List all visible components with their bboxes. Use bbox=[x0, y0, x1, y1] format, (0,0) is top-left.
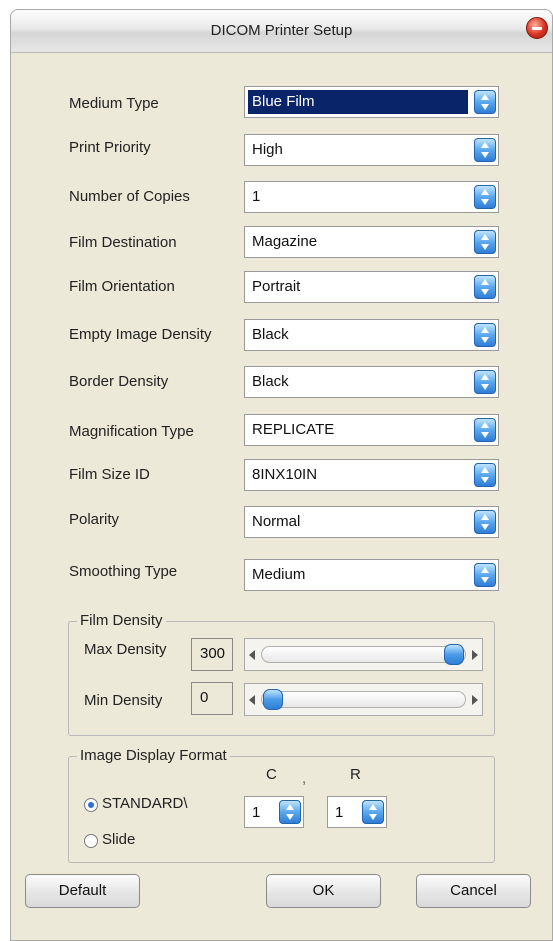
film-orientation-label: Film Orientation bbox=[69, 278, 175, 295]
spin-updown-icon[interactable] bbox=[474, 463, 496, 487]
empty-image-density-label: Empty Image Density bbox=[69, 326, 212, 343]
film-size-id-value: 8INX10IN bbox=[252, 466, 318, 483]
rows-value: 1 bbox=[335, 804, 344, 821]
magnification-type-value: REPLICATE bbox=[252, 421, 335, 438]
spin-updown-icon[interactable] bbox=[362, 800, 384, 824]
film-orientation-value: Portrait bbox=[252, 278, 301, 295]
number-of-copies-label: Number of Copies bbox=[69, 188, 190, 205]
film-size-id-label: Film Size ID bbox=[69, 466, 150, 483]
columns-rows-separator: , bbox=[302, 770, 307, 787]
window-title: DICOM Printer Setup bbox=[210, 22, 353, 39]
arrow-left-icon[interactable] bbox=[249, 650, 255, 660]
smoothing-type-value: Medium bbox=[252, 566, 306, 583]
max-density-value: 300 bbox=[200, 645, 226, 662]
arrow-right-icon[interactable] bbox=[472, 650, 478, 660]
rows-stepper[interactable]: 1 bbox=[327, 796, 387, 828]
spin-updown-icon[interactable] bbox=[474, 185, 496, 209]
border-density-value: Black bbox=[252, 373, 289, 390]
spin-updown-icon[interactable] bbox=[474, 323, 496, 347]
columns-header: C bbox=[266, 766, 277, 783]
smoothing-type-select[interactable]: Medium bbox=[244, 559, 499, 591]
polarity-select[interactable]: Normal bbox=[244, 506, 499, 538]
spin-updown-icon[interactable] bbox=[474, 138, 496, 162]
number-of-copies-value: 1 bbox=[252, 188, 261, 205]
magnification-type-select[interactable]: REPLICATE bbox=[244, 414, 499, 446]
spin-updown-icon[interactable] bbox=[474, 510, 496, 534]
film-orientation-select[interactable]: Portrait bbox=[244, 271, 499, 303]
arrow-left-icon[interactable] bbox=[249, 695, 255, 705]
polarity-label: Polarity bbox=[69, 511, 120, 528]
min-density-slider[interactable] bbox=[244, 683, 483, 716]
slider-thumb[interactable] bbox=[444, 644, 464, 665]
slider-thumb[interactable] bbox=[263, 689, 283, 710]
film-density-legend: Film Density bbox=[77, 612, 166, 629]
max-density-label: Max Density bbox=[84, 641, 167, 658]
spin-updown-icon[interactable] bbox=[279, 800, 301, 824]
columns-value: 1 bbox=[252, 804, 261, 821]
min-density-label: Min Density bbox=[84, 692, 163, 709]
print-priority-label: Print Priority bbox=[69, 139, 151, 156]
title-bar[interactable]: DICOM Printer Setup bbox=[11, 10, 552, 53]
magnification-type-label: Magnification Type bbox=[69, 423, 194, 440]
film-destination-select[interactable]: Magazine bbox=[244, 226, 499, 258]
spin-updown-icon[interactable] bbox=[474, 90, 496, 114]
polarity-value: Normal bbox=[252, 513, 301, 530]
medium-type-select[interactable]: Blue Film bbox=[244, 86, 499, 118]
print-priority-select[interactable]: High bbox=[244, 134, 499, 166]
spin-updown-icon[interactable] bbox=[474, 418, 496, 442]
radio-slide-label[interactable]: Slide bbox=[102, 831, 135, 848]
medium-type-value: Blue Film bbox=[248, 90, 468, 114]
cancel-button[interactable]: Cancel bbox=[416, 874, 531, 908]
slider-groove[interactable] bbox=[261, 691, 466, 708]
arrow-right-icon[interactable] bbox=[472, 695, 478, 705]
radio-slide[interactable] bbox=[84, 834, 98, 848]
columns-stepper[interactable]: 1 bbox=[244, 796, 304, 828]
ok-button[interactable]: OK bbox=[266, 874, 381, 908]
spin-updown-icon[interactable] bbox=[474, 275, 496, 299]
max-density-value-box: 300 bbox=[191, 638, 233, 671]
film-destination-value: Magazine bbox=[252, 233, 318, 250]
default-button[interactable]: Default bbox=[25, 874, 140, 908]
print-priority-value: High bbox=[252, 141, 283, 158]
rows-header: R bbox=[350, 766, 361, 783]
border-density-select[interactable]: Black bbox=[244, 366, 499, 398]
spin-updown-icon[interactable] bbox=[474, 563, 496, 587]
slider-groove[interactable] bbox=[261, 646, 466, 663]
spin-updown-icon[interactable] bbox=[474, 370, 496, 394]
number-of-copies-select[interactable]: 1 bbox=[244, 181, 499, 213]
smoothing-type-label: Smoothing Type bbox=[69, 563, 178, 580]
dicom-printer-setup-window: DICOM Printer Setup Medium Type Blue Fil… bbox=[10, 9, 553, 941]
empty-image-density-value: Black bbox=[252, 326, 289, 343]
min-density-value: 0 bbox=[200, 689, 209, 706]
empty-image-density-select[interactable]: Black bbox=[244, 319, 499, 351]
radio-standard[interactable] bbox=[84, 798, 98, 812]
min-density-value-box: 0 bbox=[191, 682, 233, 715]
radio-standard-label[interactable]: STANDARD\ bbox=[102, 795, 188, 812]
film-destination-label: Film Destination bbox=[69, 234, 177, 251]
max-density-slider[interactable] bbox=[244, 638, 483, 671]
medium-type-label: Medium Type bbox=[69, 95, 159, 112]
border-density-label: Border Density bbox=[69, 373, 169, 390]
close-icon[interactable] bbox=[526, 17, 548, 39]
film-size-id-select[interactable]: 8INX10IN bbox=[244, 459, 499, 491]
spin-updown-icon[interactable] bbox=[474, 230, 496, 254]
image-display-format-legend: Image Display Format bbox=[77, 747, 230, 764]
